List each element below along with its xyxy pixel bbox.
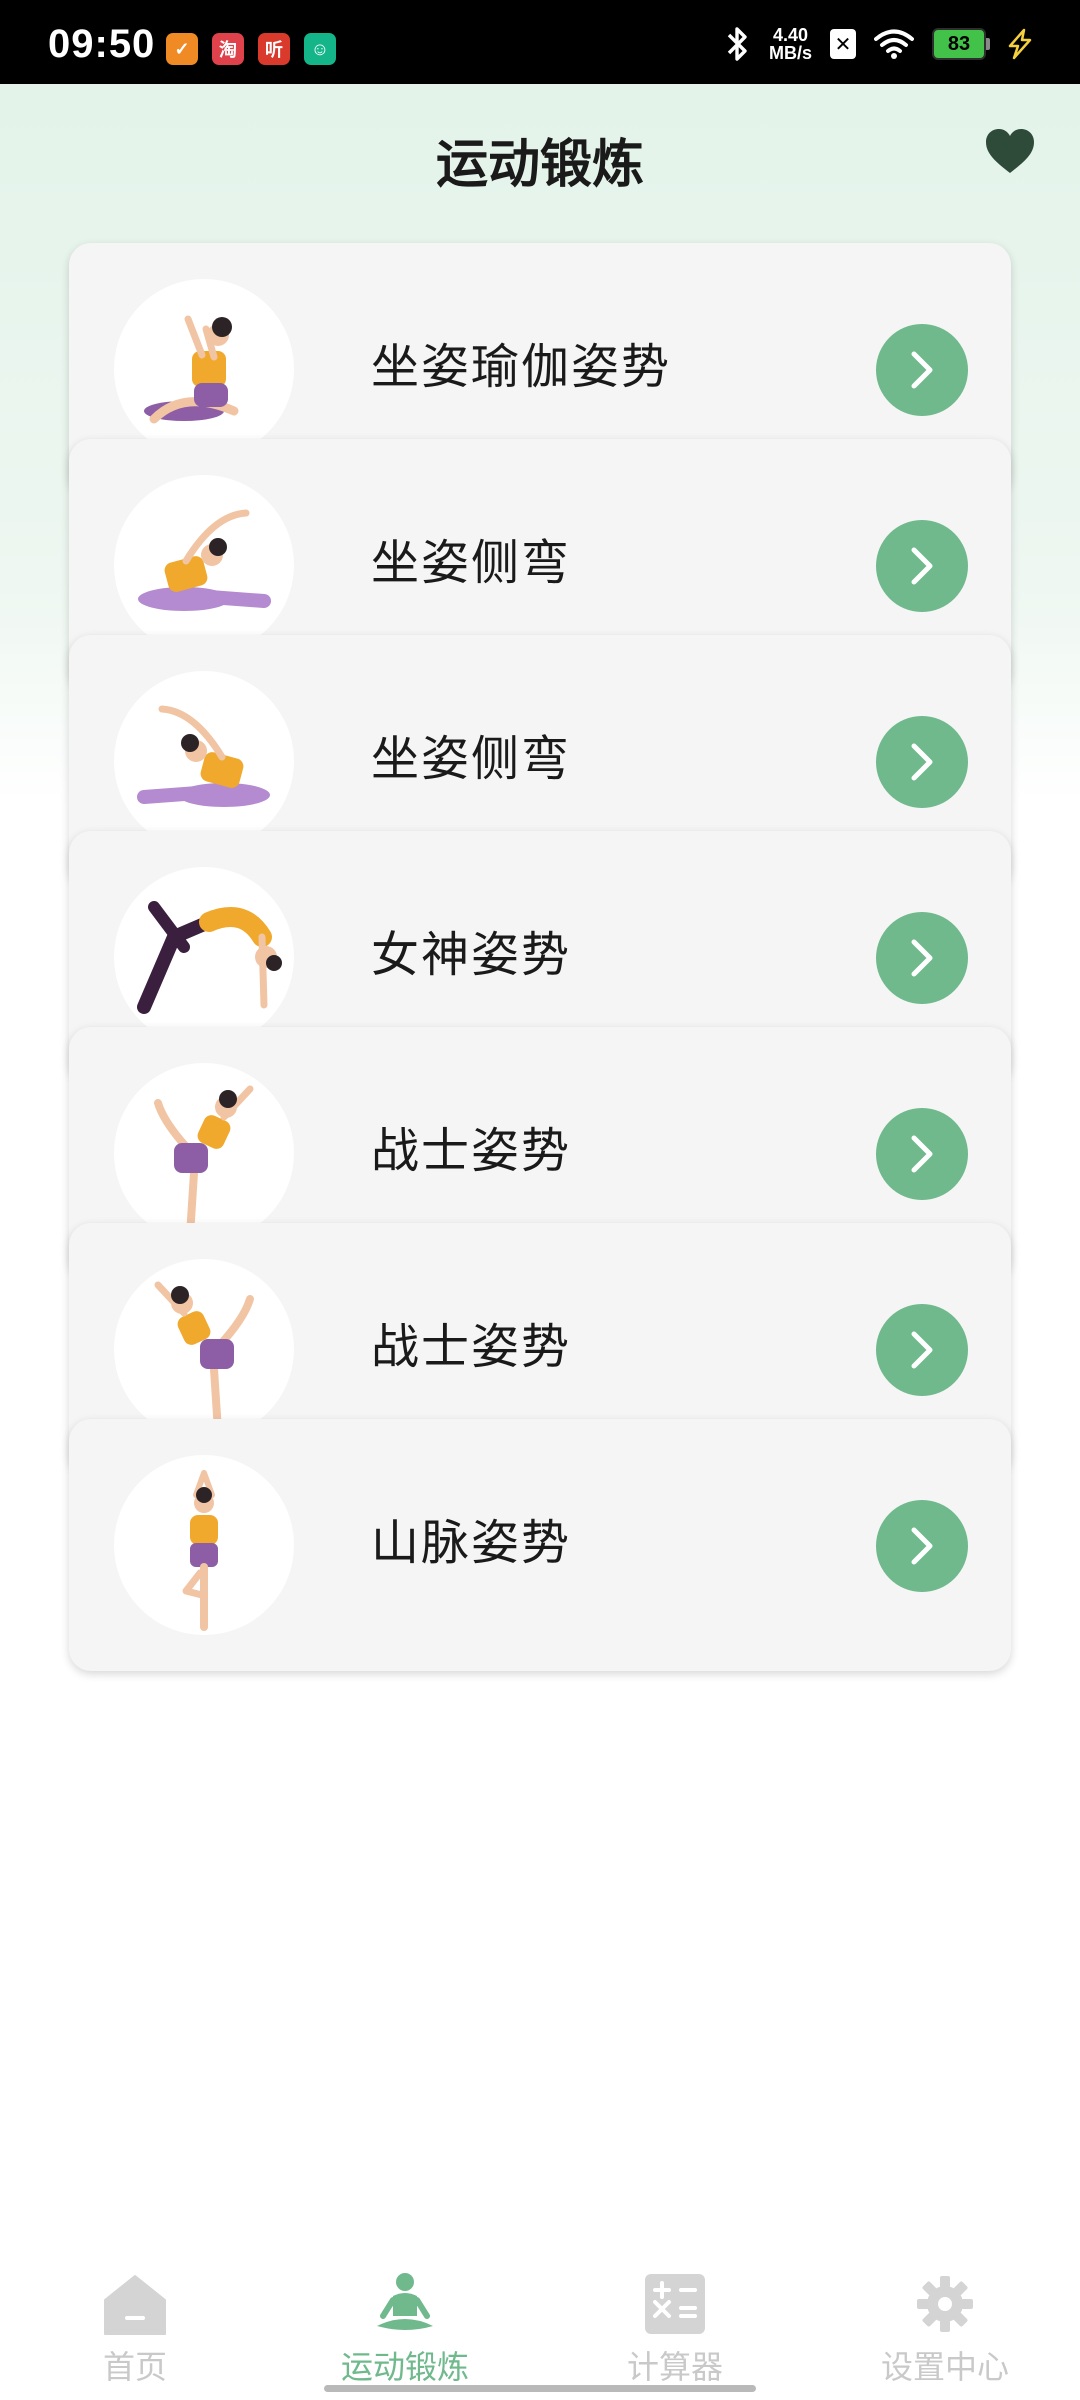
tab-calculator[interactable]: 计算器	[540, 2250, 810, 2400]
chevron-right-icon	[911, 1527, 933, 1565]
go-button[interactable]	[876, 1108, 968, 1200]
calculator-icon	[645, 2274, 705, 2334]
status-time: 09:50	[48, 22, 156, 66]
meditation-icon	[377, 2273, 433, 2330]
go-button[interactable]	[876, 1304, 968, 1396]
go-button[interactable]	[876, 716, 968, 808]
exercise-card[interactable]: 山脉姿势	[69, 1419, 1011, 1671]
card-title: 坐姿侧弯	[371, 731, 572, 787]
warrior-pose-icon	[114, 1063, 294, 1243]
app-header: 运动锻炼	[0, 84, 1080, 234]
heart-icon	[986, 129, 1034, 173]
charging-icon	[1008, 28, 1032, 60]
mountain-pose-icon	[114, 1455, 294, 1635]
tab-label: 计算器	[626, 2348, 723, 2386]
card-title: 坐姿侧弯	[371, 535, 572, 591]
tab-label: 运动锻炼	[340, 2348, 469, 2386]
go-button[interactable]	[876, 1500, 968, 1592]
favorites-button[interactable]	[982, 124, 1038, 180]
wifi-icon	[874, 29, 914, 59]
tab-label: 设置中心	[880, 2348, 1009, 2386]
card-title: 山脉姿势	[371, 1515, 572, 1571]
listen-icon: 听	[258, 33, 290, 65]
main-content: 运动锻炼 坐姿瑜伽姿势 坐姿侧弯 坐姿侧弯 女神姿势 战士姿势 战士姿势 山脉姿…	[0, 84, 1080, 2250]
goddess-pose-icon	[114, 867, 294, 1047]
home-indicator[interactable]	[324, 2385, 756, 2392]
app-green-icon: ☺	[304, 33, 336, 65]
go-button[interactable]	[876, 324, 968, 416]
tab-home[interactable]: 首页	[0, 2250, 270, 2400]
tab-label: 首页	[102, 2348, 167, 2386]
app-orange-icon: ✓	[166, 33, 198, 65]
warrior-pose-icon	[114, 1259, 294, 1439]
go-button[interactable]	[876, 520, 968, 612]
side-bend-icon	[114, 475, 294, 655]
taobao-icon: 淘	[212, 33, 244, 65]
network-speed: 4.40 MB/s	[768, 25, 812, 63]
bottom-tab-bar: 首页 运动锻炼 计算器 设置中心	[0, 2250, 1080, 2400]
bluetooth-icon	[727, 27, 747, 61]
chevron-right-icon	[911, 547, 933, 585]
tab-exercise[interactable]: 运动锻炼	[270, 2250, 540, 2400]
status-app-icons: ✓ 淘 听 ☺	[166, 33, 336, 65]
chevron-right-icon	[911, 1331, 933, 1369]
side-bend-icon	[114, 671, 294, 851]
chevron-right-icon	[911, 939, 933, 977]
seated-yoga-icon	[114, 279, 294, 459]
card-title: 女神姿势	[371, 927, 572, 983]
chevron-right-icon	[911, 1135, 933, 1173]
status-indicators: 4.40 MB/s ✕ 83	[723, 24, 1036, 64]
chevron-right-icon	[911, 743, 933, 781]
tab-settings[interactable]: 设置中心	[810, 2250, 1080, 2400]
go-button[interactable]	[876, 912, 968, 1004]
battery-indicator: 83	[932, 28, 990, 60]
card-title: 战士姿势	[371, 1123, 572, 1179]
home-icon	[104, 2275, 166, 2335]
page-title: 运动锻炼	[435, 135, 644, 195]
card-title: 战士姿势	[371, 1319, 572, 1375]
gear-icon	[917, 2276, 973, 2332]
card-title: 坐姿瑜伽姿势	[371, 339, 672, 395]
sim-x-icon: ✕	[830, 29, 856, 59]
chevron-right-icon	[911, 351, 933, 389]
status-bar: 09:50 ✓ 淘 听 ☺ 4.40 MB/s ✕ 83	[0, 0, 1080, 84]
